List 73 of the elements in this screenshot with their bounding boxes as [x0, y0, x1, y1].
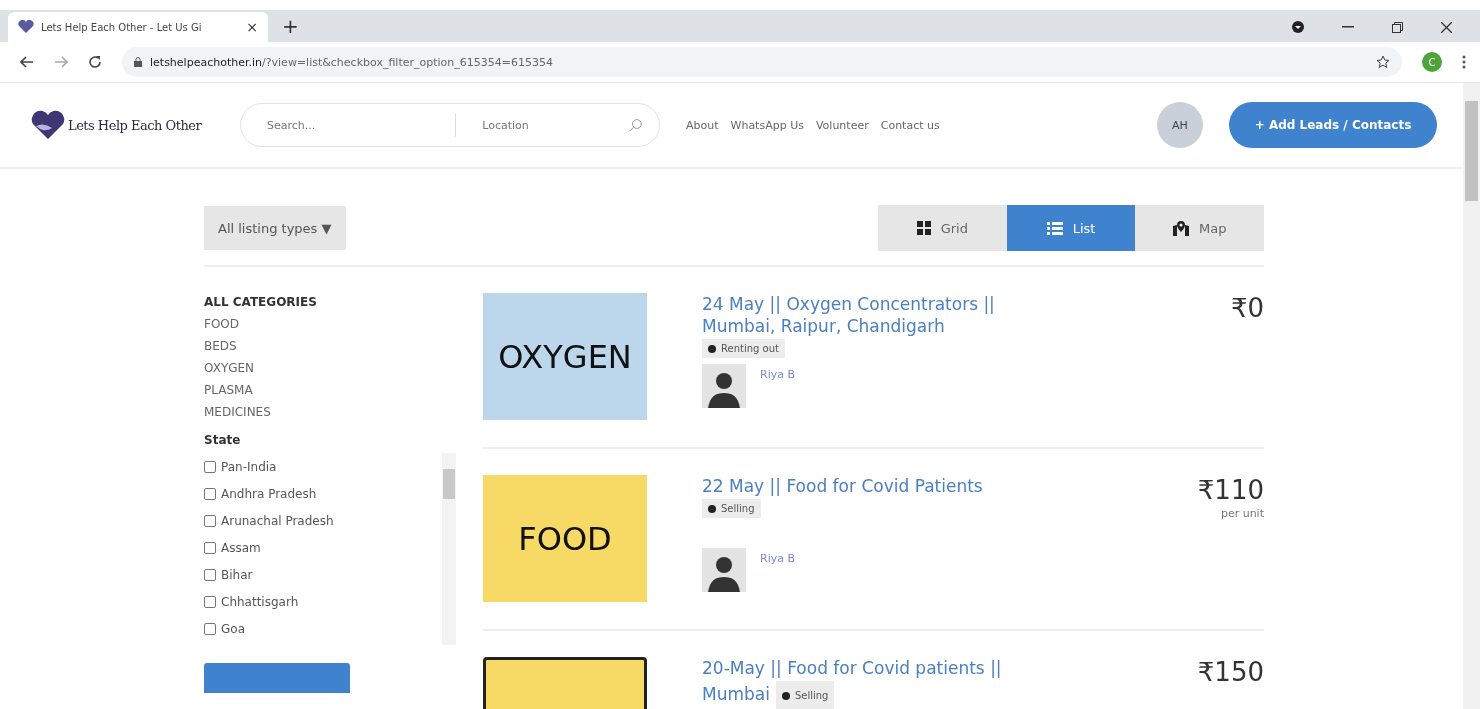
heart-logo-icon: [30, 110, 66, 140]
new-tab-button[interactable]: +: [282, 14, 299, 38]
nav-link[interactable]: About: [686, 118, 719, 132]
price-unit: per unit: [1220, 507, 1264, 520]
address-bar[interactable]: letshelpeachother.in/?view=list&checkbox_filter_option_615354=615354: [122, 47, 1402, 77]
state-label[interactable]: Assam: [221, 540, 261, 555]
price: ₹110: [1197, 475, 1264, 505]
location-field[interactable]: Location: [480, 117, 630, 133]
listing-title[interactable]: 20-May || Food for Covid patients || Mumbai Selling: [702, 657, 1052, 709]
menu-icon[interactable]: [1462, 55, 1466, 69]
lock-icon: [134, 57, 142, 67]
listing-image[interactable]: OXYGEN: [483, 293, 647, 420]
grid-icon: [916, 221, 931, 235]
view-tab[interactable]: List: [1006, 205, 1136, 251]
restore-icon[interactable]: [1392, 21, 1403, 33]
listing-title[interactable]: 24 May || Oxygen Concentrators || Mumbai, Raipur, Chandigarh: [702, 293, 1052, 337]
media-icon[interactable]: [1292, 21, 1304, 33]
back-icon[interactable]: [20, 56, 34, 68]
state-label[interactable]: Goa: [221, 621, 245, 636]
tab-title: Lets Help Each Other - Let Us Gi: [41, 21, 203, 33]
map-pin-icon: [1172, 220, 1189, 236]
category-link[interactable]: MEDICINES: [204, 405, 483, 419]
author-link[interactable]: Riya B: [760, 552, 795, 565]
state-checkbox[interactable]: [204, 460, 216, 473]
tab-close-button[interactable]: ×: [246, 19, 258, 35]
close-icon[interactable]: [1441, 21, 1452, 33]
nav-link[interactable]: Volunteer: [815, 118, 869, 132]
categories-heading[interactable]: ALL CATEGORIES: [204, 295, 483, 309]
add-leads-button[interactable]: + Add Leads / Contacts: [1229, 102, 1437, 148]
site-logo-text[interactable]: Lets Help Each Other: [68, 117, 202, 133]
state-checkbox[interactable]: [204, 595, 216, 608]
category-link[interactable]: OXYGEN: [204, 361, 483, 375]
listing-status-badge: Renting out: [702, 339, 785, 358]
price: ₹0: [1230, 293, 1264, 323]
state-label[interactable]: Arunachal Pradesh: [221, 513, 334, 528]
state-checkbox[interactable]: [204, 541, 216, 554]
category-link[interactable]: FOOD: [204, 317, 483, 331]
search-icon[interactable]: [629, 118, 643, 132]
listing-types-dropdown[interactable]: All listing types ▼: [204, 206, 346, 250]
listing-status-badge: Selling: [775, 681, 835, 709]
reload-icon[interactable]: [88, 55, 102, 69]
listing-status-badge: Selling: [702, 499, 761, 518]
listing-title[interactable]: 22 May || Food for Covid Patients: [702, 475, 983, 497]
minimize-icon[interactable]: [1342, 26, 1354, 28]
nav-link[interactable]: Contact us: [880, 118, 940, 132]
state-checkbox[interactable]: [204, 568, 216, 581]
state-checkbox[interactable]: [204, 487, 216, 500]
view-tab[interactable]: Map: [1135, 205, 1264, 251]
category-link[interactable]: BEDS: [204, 339, 483, 353]
state-label[interactable]: Bihar: [221, 567, 253, 582]
page-scrollbar[interactable]: [1463, 83, 1480, 709]
search-field[interactable]: Search...: [265, 117, 456, 133]
forward-icon[interactable]: [54, 56, 68, 68]
list-scrollbar[interactable]: [442, 453, 456, 645]
heart-logo-icon: [18, 20, 34, 34]
view-tab[interactable]: Grid: [878, 205, 1007, 251]
listing-image[interactable]: FOOD: [483, 475, 647, 602]
state-checkbox[interactable]: [204, 622, 216, 635]
user-silhouette-icon: [702, 364, 746, 408]
nav-link[interactable]: WhatsApp Us: [730, 118, 804, 132]
price: ₹150: [1197, 657, 1264, 687]
user-avatar[interactable]: AH: [1157, 102, 1203, 148]
star-icon[interactable]: [1376, 55, 1390, 69]
category-link[interactable]: PLASMA: [204, 383, 483, 397]
author-link[interactable]: Riya B: [760, 368, 795, 381]
list-icon: [1046, 221, 1063, 235]
user-silhouette-icon: [702, 548, 746, 592]
browser-tab[interactable]: Lets Help Each Other - Let Us Gi ×: [8, 12, 268, 42]
state-heading: State: [204, 433, 242, 447]
state-label[interactable]: Andhra Pradesh: [221, 486, 317, 501]
state-label[interactable]: Pan-India: [221, 459, 277, 474]
state-label[interactable]: Chhattisgarh: [221, 594, 299, 609]
state-checkbox[interactable]: [204, 514, 216, 527]
